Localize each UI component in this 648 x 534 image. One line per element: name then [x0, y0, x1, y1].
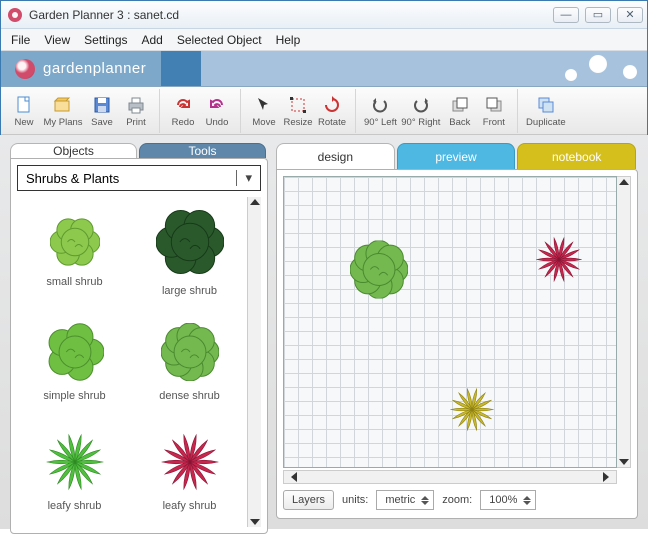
menu-file[interactable]: File [11, 33, 30, 47]
close-button[interactable]: ✕ [617, 7, 643, 23]
canvas-vscrollbar[interactable] [617, 176, 631, 468]
decor-blossom [589, 55, 607, 73]
minimize-button[interactable]: — [553, 7, 579, 23]
bring-front-button[interactable]: Front [477, 91, 511, 133]
canvas-object[interactable] [350, 241, 408, 304]
new-button[interactable]: New [7, 91, 41, 133]
menu-selected-object[interactable]: Selected Object [177, 33, 262, 47]
my-plans-button[interactable]: My Plans [41, 91, 85, 133]
large-shrub-icon [156, 208, 224, 281]
app-icon [7, 7, 23, 23]
palette-item-leafy-red[interactable]: leafy shrub [132, 417, 247, 527]
units-selector[interactable]: metric [376, 490, 434, 510]
redo-button[interactable]: Redo [166, 91, 200, 133]
tab-tools[interactable]: Tools [139, 143, 266, 158]
leafy-green-icon [46, 433, 104, 496]
dense-shrub-icon [161, 323, 219, 386]
canvas-object[interactable] [450, 388, 494, 437]
maximize-button[interactable]: ▭ [585, 7, 611, 23]
menu-add[interactable]: Add [142, 33, 163, 47]
small-shrub-icon [50, 217, 100, 272]
rotate-right-button[interactable]: 90° Right [399, 91, 443, 133]
tab-preview[interactable]: preview [397, 143, 516, 169]
palette-item-large-shrub[interactable]: large shrub [132, 197, 247, 307]
scroll-down-icon[interactable] [619, 459, 629, 465]
palette-item-simple-shrub[interactable]: simple shrub [17, 307, 132, 417]
category-selected: Shrubs & Plants [26, 171, 119, 186]
palette-item-label: large shrub [162, 285, 217, 297]
simple-shrub-icon [46, 323, 104, 386]
scroll-right-icon[interactable] [603, 472, 614, 482]
rotate-button[interactable]: Rotate [315, 91, 349, 133]
palette-item-label: leafy shrub [163, 500, 217, 512]
brand-icon [15, 59, 35, 79]
palette-item-label: dense shrub [159, 390, 220, 402]
palette-grid: small shrub large shrub simple shrub dense … [17, 197, 247, 527]
duplicate-button[interactable]: Duplicate [524, 91, 568, 133]
toolbar: New My Plans Save Print Redo Undo Move R… [1, 87, 647, 135]
send-back-button[interactable]: Back [443, 91, 477, 133]
menu-view[interactable]: View [44, 33, 70, 47]
scroll-down-icon[interactable] [250, 519, 260, 525]
palette-item-small-shrub[interactable]: small shrub [17, 197, 132, 307]
scroll-up-icon[interactable] [250, 199, 260, 205]
canvas-shell: Layers units: metric zoom: 100% [276, 169, 638, 519]
decor-blossom [623, 65, 637, 79]
chevron-down-icon: ▾ [236, 170, 252, 186]
titlebar: Garden Planner 3 : sanet.cd — ▭ ✕ [1, 1, 647, 29]
status-bar: Layers units: metric zoom: 100% [283, 488, 631, 512]
move-button[interactable]: Move [247, 91, 281, 133]
tab-notebook[interactable]: notebook [517, 143, 636, 169]
brand-text: gardenplanner [43, 60, 146, 77]
decor-blossom [565, 69, 577, 81]
rotate-left-button[interactable]: 90° Left [362, 91, 399, 133]
palette-item-label: simple shrub [43, 390, 105, 402]
palette-item-dense-shrub[interactable]: dense shrub [132, 307, 247, 417]
layers-button[interactable]: Layers [283, 490, 334, 510]
leafy-red-icon [161, 433, 219, 496]
tab-design[interactable]: design [276, 143, 395, 169]
save-button[interactable]: Save [85, 91, 119, 133]
canvas-object[interactable] [536, 237, 582, 288]
canvas-hscrollbar[interactable] [283, 470, 617, 484]
window-title: Garden Planner 3 : sanet.cd [29, 8, 553, 22]
objects-panel: Shrubs & Plants ▾ small shrub large shrub… [10, 158, 268, 534]
brand-bar: gardenplanner [1, 51, 647, 87]
palette-item-label: small shrub [46, 276, 102, 288]
palette-item-leafy-green[interactable]: leafy shrub [17, 417, 132, 527]
units-value: metric [385, 494, 415, 506]
units-label: units: [342, 494, 368, 506]
zoom-value: 100% [489, 494, 517, 506]
menu-help[interactable]: Help [276, 33, 301, 47]
menubar: File View Settings Add Selected Object H… [1, 29, 647, 51]
zoom-label: zoom: [442, 494, 472, 506]
palette-item-label: leafy shrub [48, 500, 102, 512]
undo-button[interactable]: Undo [200, 91, 234, 133]
tab-objects[interactable]: Objects [10, 143, 137, 158]
scroll-left-icon[interactable] [286, 472, 297, 482]
print-button[interactable]: Print [119, 91, 153, 133]
resize-button[interactable]: Resize [281, 91, 315, 133]
palette-scrollbar[interactable] [247, 197, 261, 527]
design-canvas[interactable] [283, 176, 617, 468]
zoom-selector[interactable]: 100% [480, 490, 536, 510]
scroll-up-icon[interactable] [619, 179, 629, 185]
category-dropdown[interactable]: Shrubs & Plants ▾ [17, 165, 261, 191]
menu-settings[interactable]: Settings [84, 33, 127, 47]
